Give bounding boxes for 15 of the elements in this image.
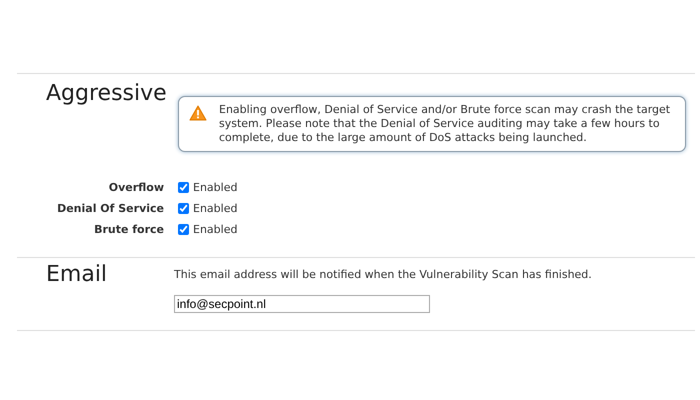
checkbox[interactable] [178,182,189,193]
checkbox[interactable] [178,203,189,214]
checkbox[interactable] [178,224,189,235]
warning-icon [189,105,207,121]
section-heading: Aggressive [45,81,168,106]
option-label: Brute force [93,223,164,236]
email-note: This email address will be notified when the Vulnerability Scan has finished. [174,268,592,281]
option-label: Denial Of Service [56,202,164,215]
email-field[interactable]: info@secpoint.nl [174,295,430,313]
checkbox-label: Enabled [193,223,238,236]
option-label: Overflow [108,181,164,194]
section-heading: Email [45,262,108,289]
warning-text: Enabling overflow, Denial of Service and/or Brute force scan may crash the target system. Please note that the Denial of Service auditing may take a few hours to complete, due to the large amount of DoS attacks being launched. [219,103,671,145]
checkbox-label: Enabled [193,181,238,194]
checkbox-label: Enabled [193,202,238,215]
